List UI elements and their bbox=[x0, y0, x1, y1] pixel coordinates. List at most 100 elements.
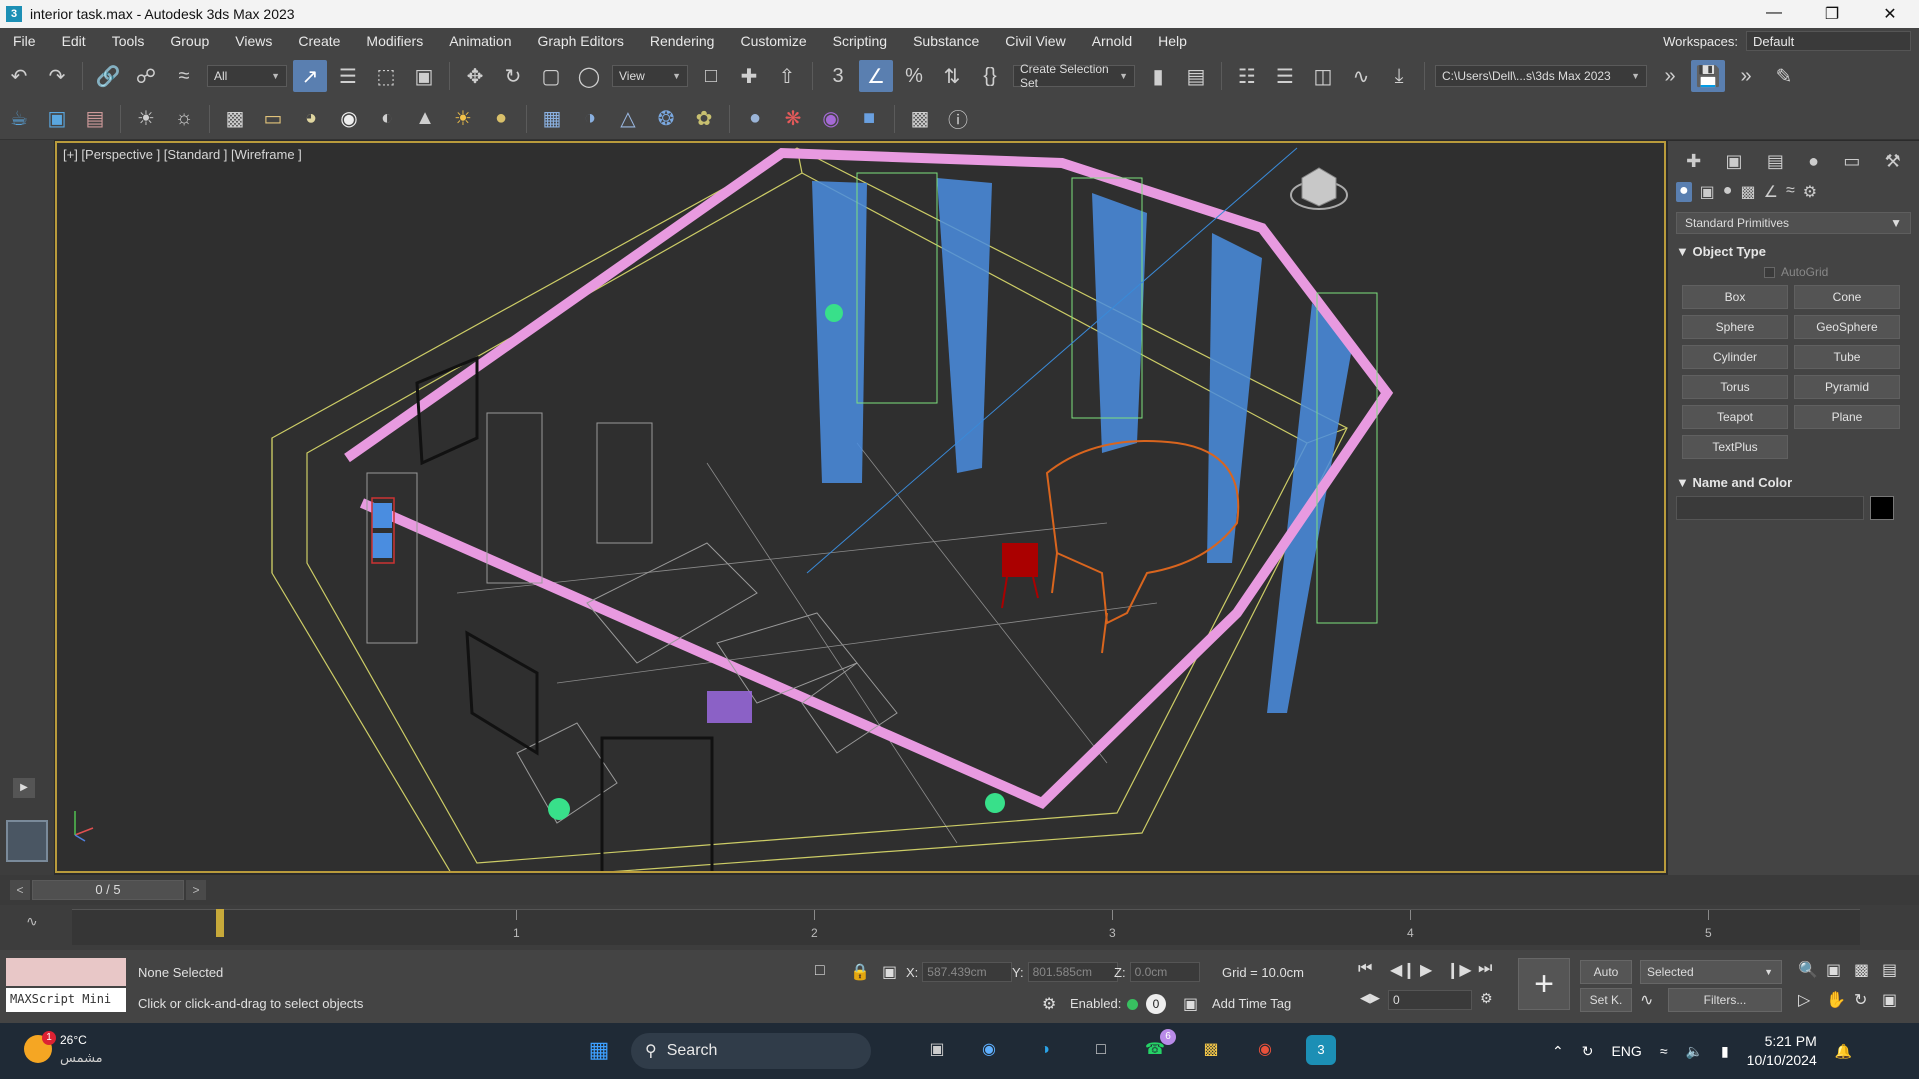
windows-start-icon[interactable]: ▦ bbox=[584, 1035, 614, 1065]
auto-key-button[interactable]: Auto bbox=[1580, 960, 1632, 984]
grid-icon[interactable]: ▦ bbox=[535, 103, 569, 135]
zoom-extents-all-icon[interactable]: ▤ bbox=[1882, 960, 1897, 980]
expand-toolbar-icon[interactable]: » bbox=[1653, 60, 1687, 92]
menu-views[interactable]: Views bbox=[222, 33, 285, 49]
curve-editor-icon[interactable]: ∿ bbox=[1344, 60, 1378, 92]
material-editor-icon[interactable]: ◉ bbox=[814, 103, 848, 135]
menu-customize[interactable]: Customize bbox=[727, 33, 819, 49]
sun-icon[interactable]: ☀ bbox=[446, 103, 480, 135]
select-object-icon[interactable]: ↗ bbox=[293, 60, 327, 92]
go-to-end-icon[interactable]: ⏭ bbox=[1478, 960, 1492, 978]
zoom-icon[interactable]: 🔍 bbox=[1798, 960, 1818, 980]
volume-icon[interactable]: 🔈 bbox=[1686, 1043, 1703, 1060]
sphere-light-icon[interactable]: ◉ bbox=[332, 103, 366, 135]
previous-frame-icon[interactable]: ◀❙ bbox=[1390, 960, 1416, 980]
scene-explorer-icon[interactable]: ☷ bbox=[1230, 60, 1264, 92]
y-field[interactable]: 801.585cm bbox=[1027, 962, 1118, 982]
set-key-button[interactable]: Set K. bbox=[1580, 988, 1632, 1012]
menu-edit[interactable]: Edit bbox=[49, 33, 99, 49]
shapes-icon[interactable]: ▣ bbox=[1700, 182, 1715, 202]
tube-button[interactable]: Tube bbox=[1794, 345, 1900, 369]
z-field[interactable]: 0.0cm bbox=[1129, 962, 1200, 982]
menu-scripting[interactable]: Scripting bbox=[820, 33, 900, 49]
motion-tab-icon[interactable]: ● bbox=[1808, 151, 1819, 172]
edge-icon[interactable]: ◑ bbox=[1030, 1035, 1060, 1065]
move-icon[interactable]: ✥ bbox=[458, 60, 492, 92]
zoom-extents-icon[interactable]: ▩ bbox=[1854, 960, 1869, 980]
light-list-icon[interactable]: ☼ bbox=[167, 103, 201, 135]
helpers-icon[interactable]: ∠ bbox=[1764, 182, 1778, 202]
isolate-icon[interactable]: □ bbox=[815, 962, 825, 980]
3ds-max-taskbar-icon[interactable]: 3 bbox=[1306, 1035, 1336, 1065]
selection-filter-dropdown[interactable]: All ▼ bbox=[207, 65, 287, 87]
play-icon[interactable]: ▶ bbox=[1420, 960, 1432, 980]
pyramid-button[interactable]: Pyramid bbox=[1794, 375, 1900, 399]
menu-civil-view[interactable]: Civil View bbox=[992, 33, 1078, 49]
expand-viewport-layout-icon[interactable]: ▶ bbox=[13, 778, 35, 798]
menu-create[interactable]: Create bbox=[285, 33, 353, 49]
menu-modifiers[interactable]: Modifiers bbox=[353, 33, 436, 49]
minimize-button[interactable]: — bbox=[1745, 4, 1803, 24]
menu-group[interactable]: Group bbox=[157, 33, 222, 49]
notification-bell-icon[interactable]: 🔔 bbox=[1835, 1043, 1852, 1060]
geosphere-button[interactable]: GeoSphere bbox=[1794, 315, 1900, 339]
time-prev-arrow[interactable]: < bbox=[10, 880, 30, 900]
box-button[interactable]: Box bbox=[1682, 285, 1788, 309]
enabled-indicator[interactable] bbox=[1127, 999, 1138, 1010]
go-to-start-icon[interactable]: ⏮ bbox=[1358, 960, 1372, 978]
rect-selection-icon[interactable]: ⬚ bbox=[369, 60, 403, 92]
cone-icon[interactable]: ▲ bbox=[408, 103, 442, 135]
clock[interactable]: 5:21 PM 10/10/2024 bbox=[1747, 1032, 1817, 1070]
systems-icon[interactable]: ⚙ bbox=[1803, 182, 1817, 202]
sky-icon[interactable]: ● bbox=[484, 103, 518, 135]
space-warps-icon[interactable]: ≈ bbox=[1786, 182, 1795, 202]
object-type-rollout[interactable]: ▼ Object Type bbox=[1676, 244, 1911, 259]
counter-badge[interactable]: 0 bbox=[1146, 994, 1166, 1014]
key-tangent-icon[interactable]: ∿ bbox=[1640, 990, 1653, 1010]
snap-toggle-icon[interactable]: 3 bbox=[821, 60, 855, 92]
chevron-up-icon[interactable]: ⌃ bbox=[1552, 1043, 1564, 1060]
cylinder-button[interactable]: Cylinder bbox=[1682, 345, 1788, 369]
autogrid-checkbox-box[interactable] bbox=[1764, 266, 1775, 278]
schematic-view-icon[interactable]: ⤓ bbox=[1382, 60, 1416, 92]
frame-ruler[interactable]: 1 2 3 4 5 bbox=[72, 909, 1860, 945]
weather-widget[interactable]: 1 26°C مشمس bbox=[24, 1031, 103, 1067]
copilot-icon[interactable]: ◉ bbox=[974, 1035, 1004, 1065]
textplus-button[interactable]: TextPlus bbox=[1682, 435, 1788, 459]
set-key-big-icon[interactable]: + bbox=[1518, 958, 1570, 1010]
maxscript-mini-label[interactable]: MAXScript Mini bbox=[6, 988, 126, 1012]
select-by-name-icon[interactable]: ☰ bbox=[331, 60, 365, 92]
orbit-icon[interactable]: ↻ bbox=[1854, 990, 1867, 1010]
layer-explorer-icon[interactable]: ☰ bbox=[1268, 60, 1302, 92]
keyboard-shortcut-icon[interactable]: ⇧ bbox=[770, 60, 804, 92]
teapot-button[interactable]: Teapot bbox=[1682, 405, 1788, 429]
angle-snap-icon[interactable]: ∠ bbox=[859, 60, 893, 92]
time-tag-icon[interactable]: ⚙ bbox=[1042, 994, 1056, 1014]
mirror-icon[interactable]: ▮ bbox=[1141, 60, 1175, 92]
dome-icon[interactable]: ◕ bbox=[294, 103, 328, 135]
geometry-icon[interactable]: ● bbox=[1676, 182, 1692, 202]
key-filter-dropdown[interactable]: Selected ▼ bbox=[1640, 960, 1782, 984]
menu-arnold[interactable]: Arnold bbox=[1079, 33, 1145, 49]
scale-icon[interactable]: ▢ bbox=[534, 60, 568, 92]
maxscript-listener[interactable]: MAXScript Mini bbox=[6, 958, 126, 1016]
restore-button[interactable]: ❐ bbox=[1803, 4, 1861, 24]
filters-button[interactable]: Filters... bbox=[1668, 988, 1782, 1012]
store-icon[interactable]: □ bbox=[1086, 1035, 1116, 1065]
object-color-swatch[interactable] bbox=[1870, 496, 1894, 520]
viewcube[interactable] bbox=[1290, 167, 1348, 210]
pan-icon[interactable]: ✋ bbox=[1826, 990, 1846, 1010]
select-manipulate-icon[interactable]: ✚ bbox=[732, 60, 766, 92]
zoom-all-icon[interactable]: ▣ bbox=[1826, 960, 1841, 980]
batch-icon[interactable]: ▩ bbox=[903, 103, 937, 135]
plane-icon[interactable]: ▭ bbox=[256, 103, 290, 135]
current-frame-field[interactable] bbox=[1388, 990, 1472, 1010]
half-sphere-icon[interactable]: ◑ bbox=[573, 103, 607, 135]
render-preview-icon[interactable]: ■ bbox=[852, 103, 886, 135]
time-slider[interactable]: 0 / 5 bbox=[32, 880, 184, 900]
close-button[interactable]: ✕ bbox=[1861, 4, 1919, 24]
material-sphere-icon[interactable]: ● bbox=[738, 103, 772, 135]
window-crossing-icon[interactable]: ▣ bbox=[407, 60, 441, 92]
ribbon-icon[interactable]: ◫ bbox=[1306, 60, 1340, 92]
link-icon[interactable]: 🔗 bbox=[91, 60, 125, 92]
